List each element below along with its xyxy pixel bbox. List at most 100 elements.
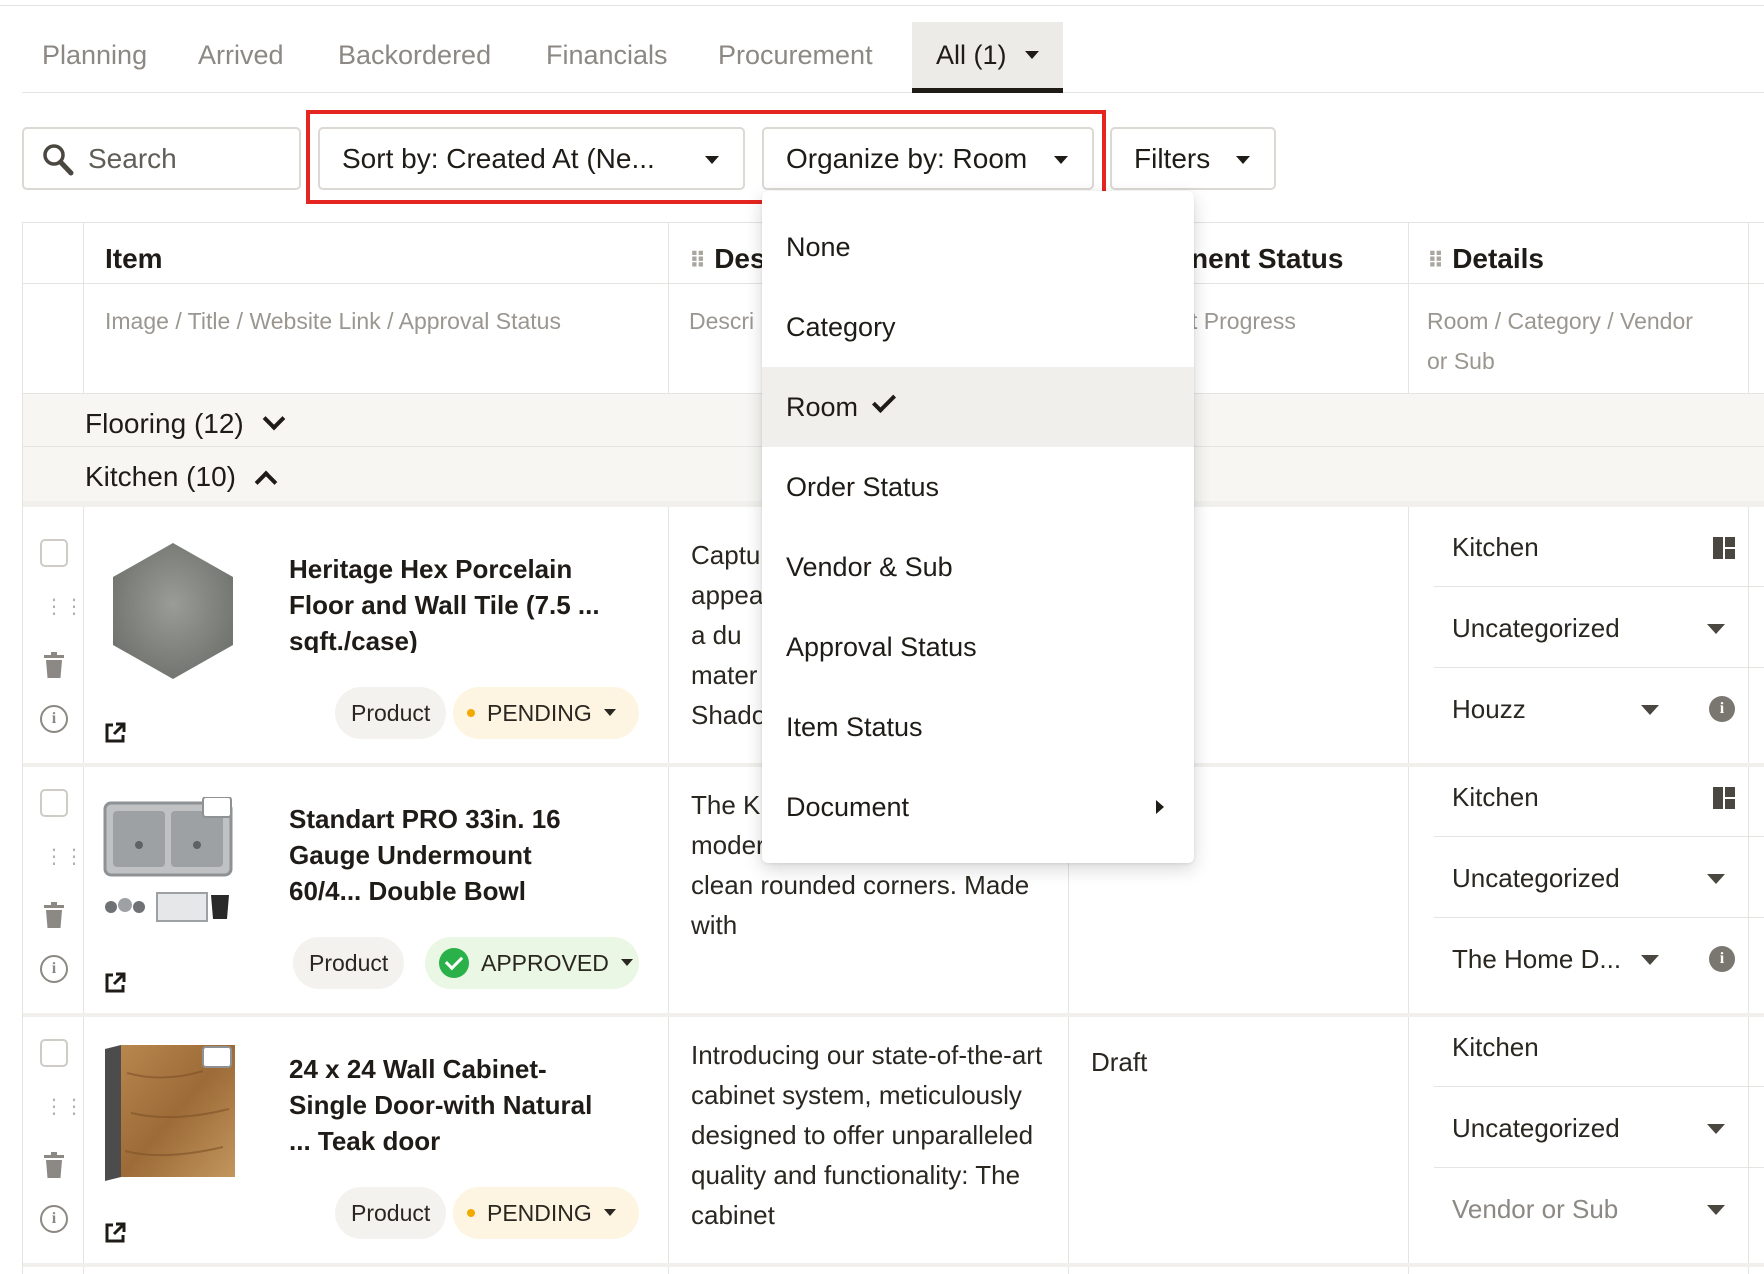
item-type-badge: Product (335, 687, 447, 739)
category-select[interactable]: Uncategorized (1434, 588, 1764, 668)
menu-item-vendor-sub[interactable]: Vendor & Sub (762, 527, 1194, 607)
column-header-description[interactable]: ⠿ Des (689, 243, 766, 275)
drag-handle-icon[interactable]: ⠿ (1427, 248, 1444, 274)
product-image-sink[interactable] (103, 797, 243, 937)
column-header-item[interactable]: Item (105, 243, 163, 275)
room-select[interactable]: Kitchen (1434, 1007, 1764, 1087)
search-box[interactable] (22, 127, 301, 190)
room-select[interactable]: Kitchen (1434, 507, 1764, 587)
tab-backordered[interactable]: Backordered (338, 22, 491, 93)
menu-item-category[interactable]: Category (762, 287, 1194, 367)
info-icon[interactable]: i (1709, 946, 1735, 972)
row-checkbox[interactable] (40, 789, 68, 817)
info-icon[interactable]: i (40, 1205, 68, 1233)
menu-item-none[interactable]: None (762, 207, 1194, 287)
drag-handle-icon[interactable]: ⋮⋮ (44, 597, 84, 617)
status-tabs: Planning Arrived Backordered Financials … (22, 22, 1764, 93)
filters-label: Filters (1134, 143, 1211, 174)
organize-by-dropdown[interactable]: Organize by: Room (762, 127, 1094, 190)
room-icon (1713, 537, 1735, 559)
room-label: Kitchen (1452, 532, 1539, 562)
trash-icon[interactable] (42, 651, 66, 679)
tab-all[interactable]: All (1) (912, 22, 1063, 93)
checkmark-icon (872, 388, 897, 414)
approval-status-label: PENDING (487, 1200, 592, 1226)
top-divider (0, 5, 1764, 6)
vendor-select[interactable]: The Home D... i (1434, 919, 1764, 999)
external-link-icon[interactable] (103, 1221, 127, 1245)
submenu-arrow-icon (1156, 800, 1164, 814)
approval-status-dropdown[interactable]: APPROVED (425, 937, 639, 989)
group-title: Flooring (12) (85, 408, 244, 439)
tab-financials[interactable]: Financials (546, 22, 668, 93)
caret-down-icon (1707, 1205, 1725, 1215)
external-link-icon[interactable] (103, 971, 127, 995)
item-description: Introducing our state-of-the-art cabinet… (691, 1040, 1043, 1230)
approval-status-dropdown[interactable]: PENDING (453, 687, 639, 739)
item-title[interactable]: Heritage Hex Porcelain Floor and Wall Ti… (289, 551, 609, 653)
column-header-details[interactable]: ⠿ Details (1427, 243, 1544, 275)
external-link-icon[interactable] (103, 721, 127, 745)
menu-item-order-status[interactable]: Order Status (762, 447, 1194, 527)
pending-dot-icon (467, 1208, 475, 1217)
column-subtitle-description: Descri (689, 308, 755, 334)
caret-down-icon (1054, 156, 1068, 164)
column-subtitle-item: Image / Title / Website Link / Approval … (105, 308, 561, 334)
sort-by-dropdown[interactable]: Sort by: Created At (Ne... (318, 127, 745, 190)
caret-down-icon (603, 709, 616, 717)
room-select[interactable]: Kitchen (1434, 757, 1764, 837)
menu-item-document[interactable]: Document (762, 767, 1194, 847)
item-title[interactable]: Standart PRO 33in. 16 Gauge Undermount 6… (289, 801, 609, 903)
vendor-label: The Home D... (1452, 944, 1622, 974)
vendor-select[interactable]: Houzz i (1434, 669, 1764, 749)
sort-by-label: Sort by: Created At (Ne... (342, 143, 655, 174)
drag-handle-icon[interactable]: ⋮⋮ (44, 847, 84, 867)
caret-down-icon (1641, 705, 1659, 715)
group-title: Kitchen (10) (85, 461, 236, 492)
category-select[interactable]: Uncategorized (1434, 1088, 1764, 1168)
row-checkbox[interactable] (40, 539, 68, 567)
row-divider (23, 1263, 1764, 1267)
category-select[interactable]: Uncategorized (1434, 838, 1764, 918)
info-icon[interactable]: i (40, 955, 68, 983)
caret-down-icon (1707, 874, 1725, 884)
item-type-badge: Product (335, 1187, 447, 1239)
details-subtitle-line1: Room / Category / Vendor (1427, 308, 1693, 334)
group-label-flooring: Flooring (12) (85, 407, 286, 440)
info-icon[interactable]: i (1709, 696, 1735, 722)
caret-down-icon (603, 1209, 616, 1217)
approval-status-dropdown[interactable]: PENDING (453, 1187, 639, 1239)
trash-icon[interactable] (42, 1151, 66, 1179)
drag-handle-icon[interactable]: ⠿ (689, 248, 706, 274)
drag-handle-icon[interactable]: ⋮⋮ (44, 1097, 84, 1117)
column-divider (668, 223, 669, 1274)
tab-planning[interactable]: Planning (42, 22, 147, 93)
chevron-up-icon[interactable] (254, 470, 278, 494)
menu-item-item-status[interactable]: Item Status (762, 687, 1194, 767)
product-image-wall-cabinet[interactable] (103, 1043, 243, 1183)
info-icon[interactable]: i (40, 705, 68, 733)
filters-dropdown[interactable]: Filters (1110, 127, 1276, 190)
tab-procurement[interactable]: Procurement (718, 22, 873, 93)
row-checkbox[interactable] (40, 1039, 68, 1067)
column-title-details: Details (1452, 243, 1545, 274)
group-label-kitchen: Kitchen (10) (85, 461, 278, 494)
vendor-select[interactable]: Vendor or Sub (1434, 1169, 1764, 1249)
item-title[interactable]: 24 x 24 Wall Cabinet-Single Door-with Na… (289, 1051, 609, 1153)
column-subtitle-procurement: t Progress (1191, 308, 1296, 334)
approval-status-label: APPROVED (481, 950, 609, 976)
menu-item-room-label: Room (786, 392, 859, 422)
product-image-hex-tile[interactable] (103, 541, 243, 681)
trash-icon[interactable] (42, 901, 66, 929)
menu-item-approval-status[interactable]: Approval Status (762, 607, 1194, 687)
vendor-placeholder: Vendor or Sub (1452, 1194, 1619, 1224)
tab-arrived[interactable]: Arrived (198, 22, 284, 93)
column-header-procurement-status[interactable]: nent Status (1191, 243, 1343, 275)
menu-item-room[interactable]: Room (762, 367, 1194, 447)
search-input[interactable] (88, 141, 288, 177)
room-label: Kitchen (1452, 1032, 1539, 1062)
column-divider (1408, 223, 1409, 1274)
chevron-down-icon[interactable] (262, 407, 286, 431)
organize-by-menu: None Category Room Order Status Vendor &… (762, 191, 1194, 863)
column-title-description: Des (714, 243, 766, 274)
